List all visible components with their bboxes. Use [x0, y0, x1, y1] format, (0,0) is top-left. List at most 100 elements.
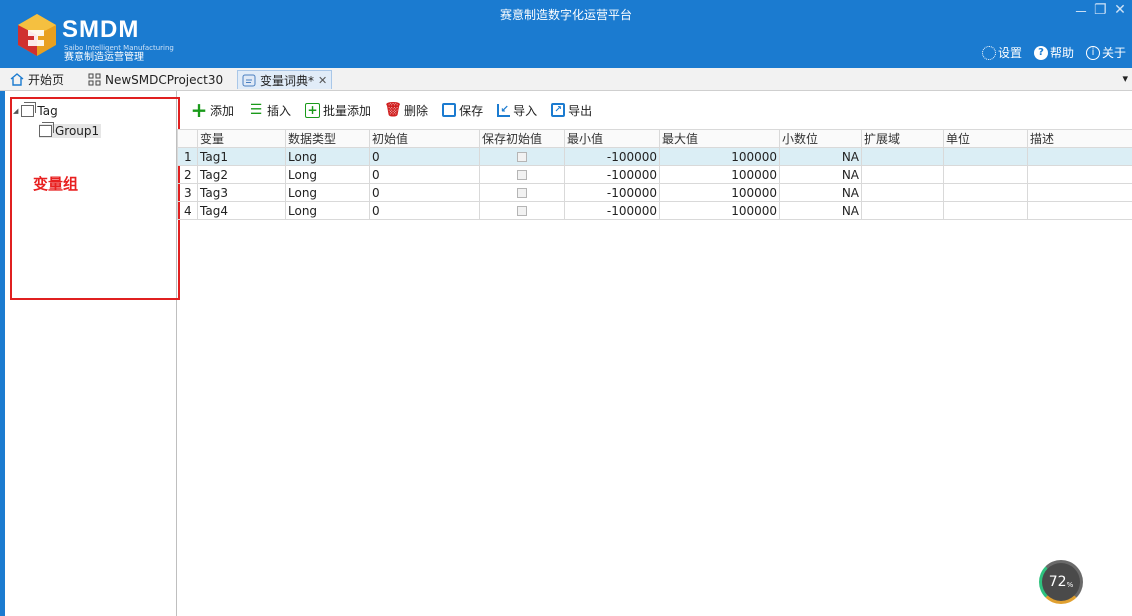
help-link[interactable]: ? 帮助: [1033, 44, 1074, 61]
cell-decimals[interactable]: NA: [779, 147, 862, 166]
export-button[interactable]: ↗ 导出: [551, 102, 592, 119]
add-button[interactable]: + 添加: [191, 98, 235, 122]
cell-description[interactable]: [1027, 183, 1132, 202]
gauge-unit: %: [1066, 580, 1074, 589]
cell-initial-value[interactable]: 0: [369, 183, 480, 202]
column-header-min[interactable]: 最小值: [564, 129, 660, 148]
help-icon: ?: [1033, 45, 1048, 60]
cell-min[interactable]: -100000: [564, 165, 660, 184]
annotation-label: 变量组: [33, 175, 79, 193]
annotation-highlight-box: [10, 97, 180, 300]
export-icon: ↗: [551, 103, 566, 117]
cell-save-initial: [479, 183, 565, 202]
cell-extension[interactable]: [861, 147, 944, 166]
tab-close-button[interactable]: ✕: [318, 74, 327, 87]
table-row[interactable]: 1 Tag1 Long 0 -100000 100000 NA: [177, 147, 1132, 166]
restore-button[interactable]: ❐: [1094, 2, 1107, 22]
cell-variable[interactable]: Tag3: [197, 183, 286, 202]
save-initial-checkbox[interactable]: [517, 152, 527, 162]
cell-variable[interactable]: Tag4: [197, 201, 286, 220]
top-links: 设置 ? 帮助 i 关于: [981, 44, 1126, 61]
dictionary-icon: [242, 74, 256, 86]
cell-initial-value[interactable]: 0: [369, 201, 480, 220]
column-header-save-initial[interactable]: 保存初始值: [479, 129, 565, 148]
table-row[interactable]: 2 Tag2 Long 0 -100000 100000 NA: [177, 165, 1132, 184]
cell-unit[interactable]: [943, 183, 1028, 202]
trash-icon: 🗑: [384, 102, 402, 118]
variable-group-tree: ◢ Tag Group1 变量组: [0, 91, 180, 616]
cell-unit[interactable]: [943, 165, 1028, 184]
import-label: 导入: [513, 103, 538, 118]
cell-max[interactable]: 100000: [659, 147, 780, 166]
column-header-extension[interactable]: 扩展域: [861, 129, 944, 148]
save-initial-checkbox[interactable]: [517, 188, 527, 198]
cell-data-type[interactable]: Long: [285, 201, 370, 220]
title-bar: SMDM Saibo Intelligent Manufacturing 赛意制…: [0, 0, 1132, 68]
cell-min[interactable]: -100000: [564, 201, 660, 220]
cell-decimals[interactable]: NA: [779, 165, 862, 184]
batch-add-icon: +: [305, 102, 321, 118]
cell-min[interactable]: -100000: [564, 183, 660, 202]
save-button[interactable]: 保存: [442, 102, 483, 119]
cell-variable[interactable]: Tag1: [197, 147, 286, 166]
cell-initial-value[interactable]: 0: [369, 147, 480, 166]
settings-link[interactable]: 设置: [981, 44, 1022, 61]
cell-unit[interactable]: [943, 201, 1028, 220]
tab-list-menu-button[interactable]: ▾: [1122, 72, 1128, 85]
about-link[interactable]: i 关于: [1085, 44, 1126, 61]
delete-button[interactable]: 🗑 删除: [384, 102, 428, 119]
column-header-description[interactable]: 描述: [1027, 129, 1132, 148]
cell-decimals[interactable]: NA: [779, 183, 862, 202]
column-header-unit[interactable]: 单位: [943, 129, 1028, 148]
cell-max[interactable]: 100000: [659, 165, 780, 184]
tab-label: NewSMDCProject30: [105, 72, 224, 87]
tab-variable-dictionary[interactable]: 变量词典* ✕: [237, 70, 333, 89]
tab-project[interactable]: NewSMDCProject30: [84, 70, 227, 89]
column-header-data-type[interactable]: 数据类型: [285, 129, 370, 148]
window-controls: － ❐ ✕: [1074, 2, 1126, 22]
table-header-row: 变量 数据类型 初始值 保存初始值 最小值 最大值 小数位 扩展域 单位 描述: [177, 129, 1132, 148]
column-header-initial-value[interactable]: 初始值: [369, 129, 480, 148]
insert-row-icon: ☰: [249, 102, 263, 118]
about-label: 关于: [1101, 46, 1126, 60]
cell-decimals[interactable]: NA: [779, 201, 862, 220]
cell-variable[interactable]: Tag2: [197, 165, 286, 184]
tab-label: 变量词典*: [260, 73, 315, 88]
export-label: 导出: [568, 103, 593, 118]
cell-data-type[interactable]: Long: [285, 165, 370, 184]
cell-description[interactable]: [1027, 147, 1132, 166]
column-header-max[interactable]: 最大值: [659, 129, 780, 148]
cell-min[interactable]: -100000: [564, 147, 660, 166]
cell-unit[interactable]: [943, 147, 1028, 166]
save-icon: [442, 103, 457, 117]
info-icon: i: [1085, 45, 1100, 60]
performance-gauge[interactable]: 72%: [1039, 560, 1083, 604]
cell-max[interactable]: 100000: [659, 183, 780, 202]
cell-initial-value[interactable]: 0: [369, 165, 480, 184]
cell-max[interactable]: 100000: [659, 201, 780, 220]
cell-extension[interactable]: [861, 201, 944, 220]
cell-data-type[interactable]: Long: [285, 183, 370, 202]
cell-extension[interactable]: [861, 183, 944, 202]
cell-data-type[interactable]: Long: [285, 147, 370, 166]
gauge-value: 72: [1048, 574, 1067, 590]
editor-toolbar: + 添加 ☰ 插入 + 批量添加 🗑 删除 保存 ↙ 导入 ↗ 导出: [177, 91, 1132, 129]
tab-start-page[interactable]: 开始页: [6, 70, 68, 89]
cell-description[interactable]: [1027, 201, 1132, 220]
cell-description[interactable]: [1027, 165, 1132, 184]
insert-label: 插入: [267, 103, 292, 118]
column-header-decimals[interactable]: 小数位: [779, 129, 862, 148]
insert-button[interactable]: ☰ 插入: [248, 102, 291, 119]
cell-extension[interactable]: [861, 165, 944, 184]
add-label: 添加: [210, 103, 235, 118]
column-header-variable[interactable]: 变量: [197, 129, 286, 148]
minimize-button[interactable]: －: [1074, 2, 1088, 22]
batch-add-button[interactable]: + 批量添加: [305, 102, 371, 119]
save-initial-checkbox[interactable]: [517, 206, 527, 216]
cell-save-initial: [479, 165, 565, 184]
table-row[interactable]: 4 Tag4 Long 0 -100000 100000 NA: [177, 201, 1132, 220]
save-initial-checkbox[interactable]: [517, 170, 527, 180]
close-button[interactable]: ✕: [1114, 2, 1126, 22]
table-row[interactable]: 3 Tag3 Long 0 -100000 100000 NA: [177, 183, 1132, 202]
import-button[interactable]: ↙ 导入: [497, 102, 537, 119]
